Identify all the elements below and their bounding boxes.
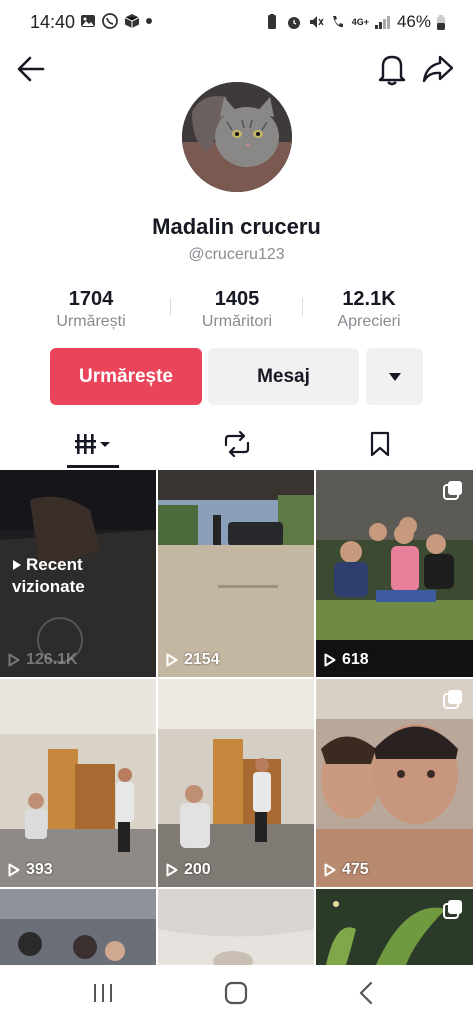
suggested-accounts-button[interactable] bbox=[366, 348, 423, 405]
stat-following[interactable]: 1704 Urmărești bbox=[26, 288, 156, 331]
stat-divider bbox=[302, 298, 303, 316]
video-thumbnail-image bbox=[158, 889, 314, 965]
share-icon[interactable] bbox=[422, 54, 454, 84]
recent-label: Recent bbox=[26, 555, 83, 574]
video-thumbnail[interactable]: 393 bbox=[0, 679, 156, 887]
video-views: 475 bbox=[342, 861, 369, 878]
video-thumbnail-image bbox=[0, 889, 156, 965]
stat-likes[interactable]: 12.1K Aprecieri bbox=[304, 288, 434, 331]
avatar[interactable] bbox=[182, 82, 292, 192]
tab-reposts[interactable] bbox=[212, 420, 262, 468]
play-icon bbox=[324, 863, 336, 877]
system-nav-bar bbox=[0, 965, 473, 1024]
network-type: 4G+ bbox=[351, 16, 369, 27]
back-arrow-icon[interactable] bbox=[16, 54, 46, 84]
repost-icon bbox=[224, 431, 250, 457]
wifi-call-icon bbox=[332, 16, 343, 28]
avatar-image bbox=[182, 82, 292, 192]
dot-icon bbox=[146, 18, 152, 24]
video-views: 618 bbox=[342, 651, 369, 668]
profile-handle: @cruceru123 bbox=[188, 246, 285, 263]
bell-icon[interactable] bbox=[376, 52, 408, 86]
battery-percent: 46% bbox=[396, 12, 431, 31]
video-thumbnail[interactable]: 475 bbox=[316, 679, 473, 887]
tab-saved[interactable] bbox=[355, 420, 405, 468]
video-thumbnail-image bbox=[316, 470, 473, 677]
following-count: 1704 bbox=[68, 288, 114, 310]
multi-photo-icon bbox=[443, 481, 462, 500]
video-views: 126.1K bbox=[26, 651, 78, 668]
likes-label: Aprecieri bbox=[337, 313, 401, 330]
play-icon bbox=[166, 863, 178, 877]
play-icon bbox=[166, 653, 178, 667]
bookmark-icon bbox=[370, 431, 390, 457]
home-icon[interactable] bbox=[224, 981, 248, 1005]
follow-button[interactable]: Urmărește bbox=[50, 348, 202, 405]
video-thumbnail-image bbox=[158, 470, 314, 677]
grid-icon bbox=[75, 434, 110, 454]
alarm-icon bbox=[287, 17, 300, 29]
play-icon bbox=[8, 653, 20, 667]
status-time: 14:40 bbox=[30, 12, 76, 32]
play-icon bbox=[8, 863, 20, 877]
back-nav-icon[interactable] bbox=[358, 981, 374, 1005]
battery-icon bbox=[437, 14, 445, 30]
signal-icon bbox=[374, 16, 390, 29]
recent-apps-icon[interactable] bbox=[92, 981, 114, 1005]
stat-followers[interactable]: 1405 Urmăritori bbox=[172, 288, 302, 331]
followers-count: 1405 bbox=[214, 288, 260, 310]
followers-label: Urmăritori bbox=[201, 313, 273, 330]
video-thumbnail-image bbox=[316, 679, 473, 887]
active-tab-indicator bbox=[67, 465, 119, 468]
multi-photo-icon bbox=[443, 900, 462, 919]
video-views: 2154 bbox=[184, 651, 220, 668]
video-thumbnail[interactable] bbox=[0, 889, 156, 965]
video-thumbnail[interactable]: 2154 bbox=[158, 470, 314, 677]
profile-stats: 1704 Urmărești 1405 Urmăritori 12.1K Apr… bbox=[0, 288, 473, 338]
video-thumbnail-image bbox=[158, 679, 314, 887]
message-button[interactable]: Mesaj bbox=[208, 348, 359, 405]
following-label: Urmărești bbox=[56, 313, 126, 330]
mute-icon bbox=[309, 16, 324, 28]
video-thumbnail[interactable]: 200 bbox=[158, 679, 314, 887]
content-tabs bbox=[0, 420, 473, 468]
video-thumbnail-image bbox=[0, 679, 156, 887]
video-views: 393 bbox=[26, 861, 53, 878]
video-thumbnail[interactable] bbox=[316, 889, 473, 965]
stat-divider bbox=[170, 298, 171, 316]
whatsapp-icon bbox=[102, 13, 118, 29]
gallery-icon bbox=[81, 15, 95, 27]
video-views: 200 bbox=[184, 861, 211, 878]
battery-saver-icon bbox=[267, 14, 276, 29]
video-grid: Recent vizionate 126.1K 2154 618 393 200… bbox=[0, 470, 473, 965]
video-thumbnail[interactable] bbox=[158, 889, 314, 965]
video-thumbnail[interactable]: Recent vizionate 126.1K bbox=[0, 470, 156, 677]
likes-count: 12.1K bbox=[342, 288, 396, 310]
recent-label-line2: vizionate bbox=[12, 577, 85, 596]
play-icon bbox=[324, 653, 336, 667]
tab-videos[interactable] bbox=[67, 420, 119, 468]
chevron-down-icon bbox=[388, 372, 401, 381]
play-icon bbox=[13, 560, 21, 570]
video-thumbnail[interactable]: 618 bbox=[316, 470, 473, 677]
multi-photo-icon bbox=[443, 690, 462, 709]
box-icon bbox=[124, 14, 140, 28]
status-bar: 14:40 4G+ 46% bbox=[0, 0, 473, 44]
profile-name: Madalin cruceru bbox=[152, 214, 321, 239]
